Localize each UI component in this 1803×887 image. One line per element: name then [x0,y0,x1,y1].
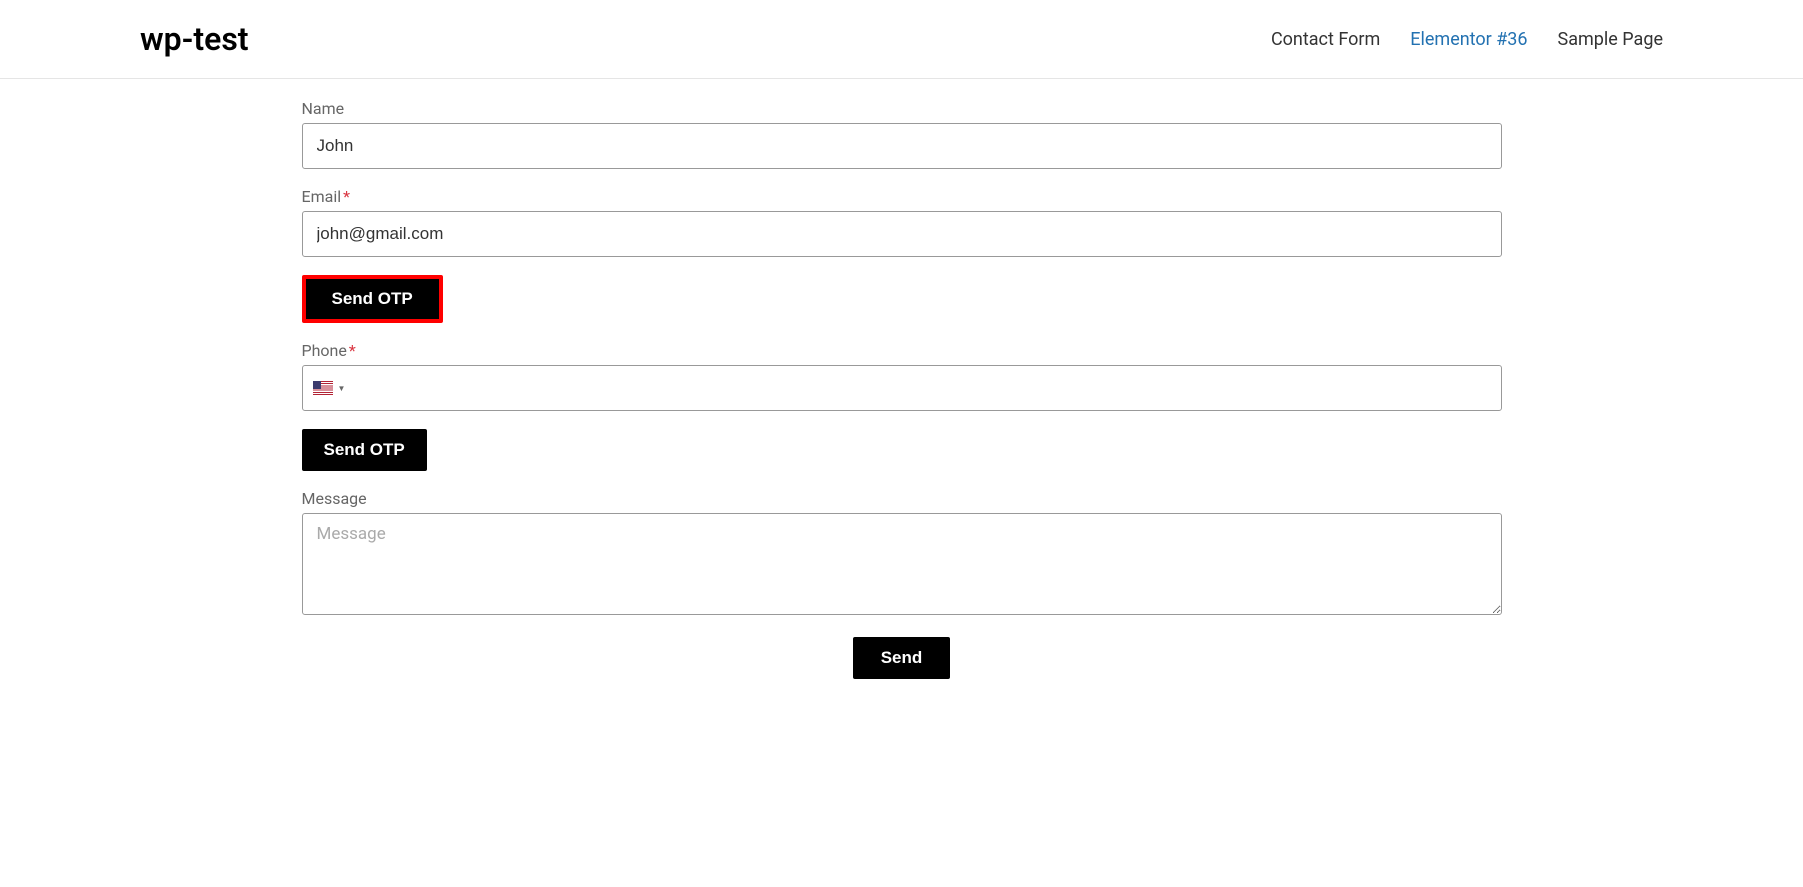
form-group-message: Message [302,489,1502,619]
form-group-name: Name [302,99,1502,169]
phone-input[interactable] [353,366,1500,410]
site-title: wp-test [140,20,249,58]
nav-link-sample-page[interactable]: Sample Page [1558,29,1663,50]
name-input[interactable] [302,123,1502,169]
required-mark: * [343,187,350,206]
required-mark: * [349,341,356,360]
message-label: Message [302,489,1502,508]
us-flag-icon [313,381,333,395]
name-label: Name [302,99,1502,118]
form-group-send-otp-email: Send OTP [302,275,1502,323]
email-label: Email* [302,187,1502,206]
form-group-email: Email* [302,187,1502,257]
send-otp-email-button[interactable]: Send OTP [302,275,443,323]
nav-link-elementor[interactable]: Elementor #36 [1410,29,1527,50]
send-otp-phone-button[interactable]: Send OTP [302,429,427,471]
form-container: Name Email* Send OTP Phone* ▼ Send OTP M… [292,99,1512,679]
message-textarea[interactable] [302,513,1502,615]
phone-label-text: Phone [302,341,347,360]
send-button[interactable]: Send [853,637,951,679]
submit-wrapper: Send [302,637,1502,679]
form-group-phone: Phone* ▼ [302,341,1502,411]
country-flag-selector[interactable]: ▼ [303,371,354,405]
nav-link-contact-form[interactable]: Contact Form [1271,29,1380,50]
phone-label: Phone* [302,341,1502,360]
chevron-down-icon: ▼ [338,384,346,393]
email-label-text: Email [302,187,342,206]
email-input[interactable] [302,211,1502,257]
page-header: wp-test Contact Form Elementor #36 Sampl… [0,0,1803,79]
nav-menu: Contact Form Elementor #36 Sample Page [1271,29,1663,50]
phone-input-wrapper: ▼ [302,365,1502,411]
form-group-send-otp-phone: Send OTP [302,429,1502,471]
